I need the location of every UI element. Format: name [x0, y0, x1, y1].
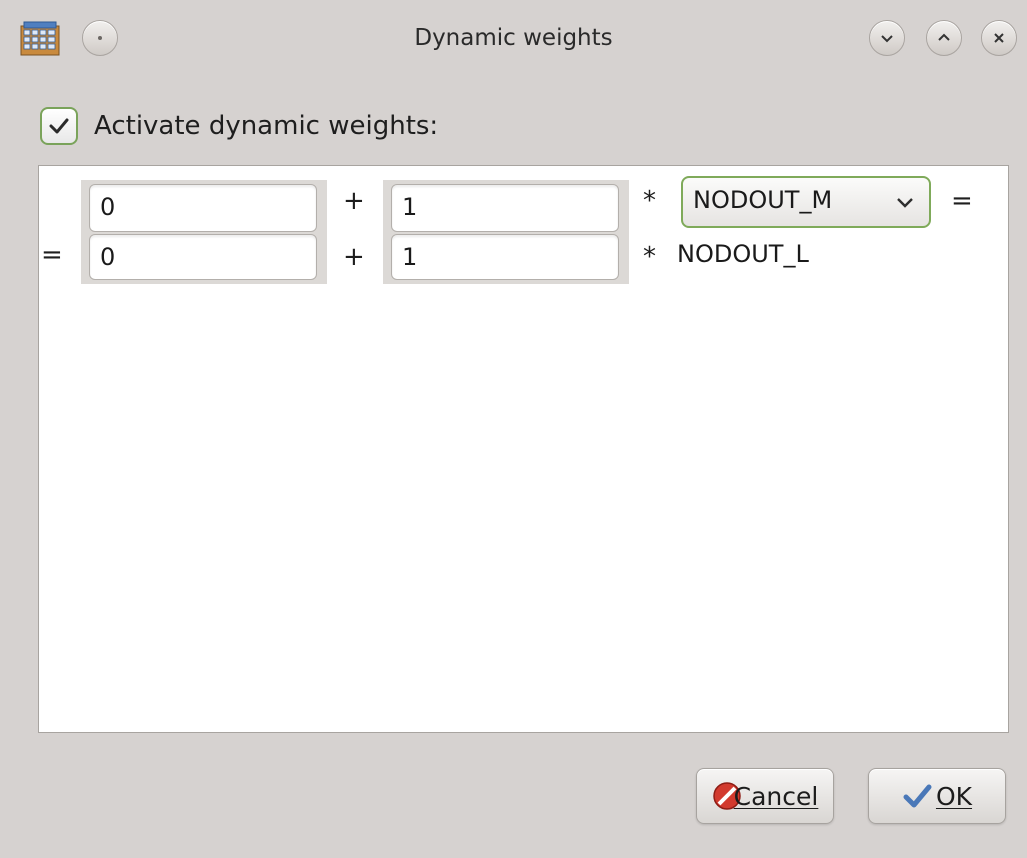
activate-checkbox[interactable]	[40, 107, 78, 145]
weight-row: = 0 + 1 * NODOUT_L	[39, 232, 1008, 284]
check-icon	[49, 118, 69, 134]
chevron-up-icon	[938, 33, 950, 41]
offset-input[interactable]: 0	[89, 234, 317, 280]
title-bar: Dynamic weights	[0, 0, 1027, 80]
plus-operator: +	[343, 186, 365, 216]
cancel-button[interactable]: Cancel	[696, 768, 834, 824]
activate-label[interactable]: Activate dynamic weights:	[94, 111, 438, 141]
leading-operator: =	[41, 240, 63, 270]
times-operator: *	[643, 242, 656, 272]
weight-row: 0 + 1 * NODOUT_M =	[39, 176, 1008, 234]
factor-input[interactable]: 1	[391, 234, 619, 280]
close-icon	[994, 33, 1004, 43]
minimize-button[interactable]	[869, 20, 905, 56]
weights-panel: 0 + 1 * NODOUT_M = = 0 + 1 * NODOUT_L	[38, 165, 1009, 733]
chevron-down-icon	[897, 198, 913, 208]
trailing-operator: =	[951, 186, 973, 216]
offset-input[interactable]: 0	[89, 184, 317, 232]
times-operator: *	[643, 186, 656, 216]
ok-label: OK	[935, 781, 973, 811]
plus-operator: +	[343, 242, 365, 272]
ok-button[interactable]: OK	[868, 768, 1006, 824]
maximize-button[interactable]	[926, 20, 962, 56]
variable-select-value: NODOUT_M	[693, 186, 833, 214]
close-button[interactable]	[981, 20, 1017, 56]
variable-select[interactable]: NODOUT_M	[681, 176, 931, 228]
factor-input[interactable]: 1	[391, 184, 619, 232]
cancel-label: Cancel	[733, 781, 819, 811]
chevron-down-icon	[881, 35, 893, 43]
activate-row: Activate dynamic weights:	[40, 106, 438, 146]
variable-label: NODOUT_L	[677, 240, 809, 268]
check-icon	[903, 784, 932, 808]
